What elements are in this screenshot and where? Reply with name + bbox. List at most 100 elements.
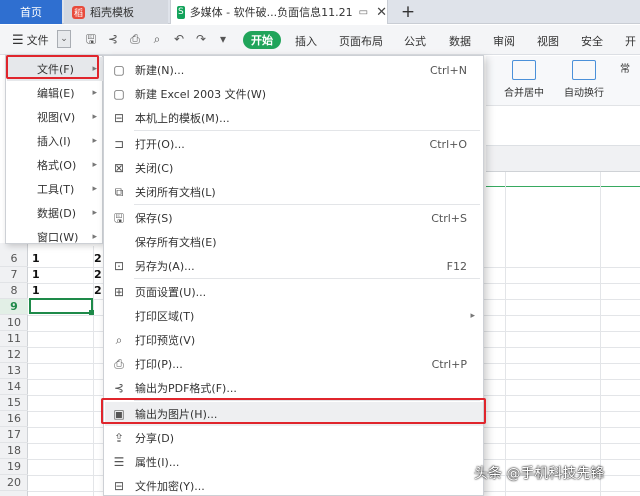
row-header[interactable]: 8	[0, 283, 28, 299]
cell-a[interactable]: 1	[32, 283, 40, 299]
cell-a[interactable]: 1	[32, 251, 40, 267]
main-menu-item-label: 编辑(E)	[37, 87, 75, 100]
cell-b[interactable]: 2	[94, 267, 102, 283]
tab-security[interactable]: 安全	[581, 33, 603, 49]
tab-dev[interactable]: 开	[625, 33, 636, 49]
print-preview-icon[interactable]: ⌕	[150, 32, 164, 46]
row-header[interactable]: 9	[0, 299, 28, 315]
tab-insert[interactable]: 插入	[295, 33, 317, 49]
file-menu-item[interactable]: 🖫 保存(S) Ctrl+S	[105, 206, 483, 230]
shortcut-label: Ctrl+S	[431, 211, 467, 225]
number-format-select[interactable]: 常	[620, 60, 630, 75]
cell-a[interactable]: 1	[32, 267, 40, 283]
row-header[interactable]: 18	[0, 443, 28, 459]
monitor-icon[interactable]: ▭	[359, 7, 368, 18]
file-menu-label: 文件	[26, 34, 49, 47]
row-header[interactable]: 12	[0, 347, 28, 363]
shortcut-label: Ctrl+P	[431, 357, 467, 371]
tab-home[interactable]: 首页	[0, 0, 62, 24]
cell-b[interactable]: 2	[94, 283, 102, 299]
file-menu-item[interactable]: ⌕ 打印预览(V)	[105, 328, 483, 352]
tab-document[interactable]: S 多媒体 - 软件破...负面信息11.21 ▭ ✕	[170, 0, 388, 24]
redo-icon[interactable]: ↷	[194, 32, 208, 46]
save-as-icon: ⊡	[113, 259, 125, 273]
tab-view[interactable]: 视图	[537, 33, 559, 49]
main-menu-item[interactable]: 插入(I) ▸	[7, 129, 103, 153]
menu-separator	[134, 278, 480, 279]
row-header[interactable]: 13	[0, 363, 28, 379]
file-menu-item[interactable]: ⊐ 打开(O)... Ctrl+O	[105, 132, 483, 156]
format-painter-icon[interactable]: ⊰	[106, 32, 120, 46]
merge-center-button[interactable]: 合并居中	[504, 60, 544, 99]
main-menu-item[interactable]: 编辑(E) ▸	[7, 81, 103, 105]
submenu-arrow-icon: ▸	[92, 88, 97, 98]
file-menu-item[interactable]: ⇪ 分享(D)	[105, 426, 483, 450]
close-tab-icon[interactable]: ✕	[376, 5, 387, 20]
tab-data[interactable]: 数据	[449, 33, 471, 49]
wrap-text-icon	[572, 60, 596, 80]
tab-bar: 首页 稻 稻壳模板 S 多媒体 - 软件破...负面信息11.21 ▭ ✕ +	[0, 0, 640, 24]
file-menu-item[interactable]: ⊡ 另存为(A)... F12	[105, 254, 483, 278]
row-header[interactable]: 17	[0, 427, 28, 443]
file-menu-item[interactable]: ⎙ 打印(P)... Ctrl+P	[105, 352, 483, 376]
tab-start[interactable]: 开始	[243, 31, 281, 49]
main-menu-item[interactable]: 视图(V) ▸	[7, 105, 103, 129]
file-menu-item[interactable]: ⊞ 页面设置(U)...	[105, 280, 483, 304]
main-menu-item[interactable]: 数据(D) ▸	[7, 201, 103, 225]
close-all-icon: ⧉	[114, 185, 124, 199]
file-menu-item-label: 保存(S)	[135, 212, 173, 225]
file-menu-button[interactable]: ☰ 文件	[12, 30, 49, 50]
submenu-arrow-icon: ▸	[92, 160, 97, 170]
file-menu-item[interactable]: ⊰ 输出为PDF格式(F)...	[105, 376, 483, 400]
cell-b[interactable]: 2	[94, 251, 102, 267]
row-header[interactable]: 15	[0, 395, 28, 411]
file-menu-item[interactable]: 保存所有文档(E)	[105, 230, 483, 254]
row-header[interactable]: 7	[0, 267, 28, 283]
undo-icon[interactable]: ↶	[172, 32, 186, 46]
active-cell-a9[interactable]	[29, 298, 93, 314]
row-header[interactable]: 20	[0, 475, 28, 491]
merge-center-label: 合并居中	[504, 88, 544, 99]
file-menu-item-label: 关闭(C)	[135, 162, 174, 175]
wrap-text-button[interactable]: 自动换行	[564, 60, 604, 99]
file-menu-item[interactable]: ▢ 新建(N)... Ctrl+N	[105, 58, 483, 82]
main-menu-item[interactable]: 窗口(W) ▸	[7, 225, 103, 249]
row-header[interactable]: 14	[0, 379, 28, 395]
highlight-box-file	[6, 55, 99, 79]
row-header[interactable]: 10	[0, 315, 28, 331]
file-menu-item[interactable]: ⊠ 关闭(C)	[105, 156, 483, 180]
save-icon[interactable]: 🖫	[84, 32, 98, 46]
quick-access-dropdown-icon[interactable]: ▾	[216, 32, 230, 46]
main-menu-item[interactable]: 格式(O) ▸	[7, 153, 103, 177]
main-menu-item[interactable]: 工具(T) ▸	[7, 177, 103, 201]
formula-bar[interactable]	[486, 122, 640, 146]
file-menu-item[interactable]: ⧉ 关闭所有文档(L)	[105, 180, 483, 204]
tab-document-label: 多媒体 - 软件破...负面信息11.21	[189, 6, 353, 19]
merge-center-icon	[512, 60, 536, 80]
col-divider	[93, 246, 94, 496]
tab-template[interactable]: 稻 稻壳模板	[64, 0, 168, 24]
row-header[interactable]: 6	[0, 251, 28, 267]
file-menu-item[interactable]: ⊟ 文件加密(Y)...	[105, 474, 483, 496]
file-menu-item-label: 新建(N)...	[135, 64, 185, 77]
file-menu-item-label: 属性(I)...	[135, 456, 180, 469]
file-menu-item[interactable]: 打印区域(T) ▸	[105, 304, 483, 328]
file-menu-item[interactable]: ⊟ 本机上的模板(M)...	[105, 106, 483, 130]
row-header[interactable]: 11	[0, 331, 28, 347]
tab-review[interactable]: 审阅	[493, 33, 515, 49]
file-menu-item[interactable]: ▢ 新建 Excel 2003 文件(W)	[105, 82, 483, 106]
new-tab-button[interactable]: +	[396, 0, 420, 24]
menu-dropdown-toggle[interactable]: ⌄	[57, 30, 71, 48]
tab-formula[interactable]: 公式	[404, 33, 426, 49]
fill-handle[interactable]	[89, 310, 94, 315]
spreadsheet-icon: S	[177, 5, 185, 19]
properties-icon: ☰	[113, 455, 125, 469]
file-menu-item[interactable]: ☰ 属性(I)...	[105, 450, 483, 474]
print-icon[interactable]: ⎙	[128, 32, 142, 46]
row-header[interactable]: 16	[0, 411, 28, 427]
save-icon: 🖫	[113, 211, 125, 225]
tab-page-layout[interactable]: 页面布局	[339, 33, 383, 49]
row-header[interactable]: 19	[0, 459, 28, 475]
file-menu-item-label: 关闭所有文档(L)	[135, 186, 216, 199]
file-menu-item-label: 输出为PDF格式(F)...	[135, 382, 237, 395]
